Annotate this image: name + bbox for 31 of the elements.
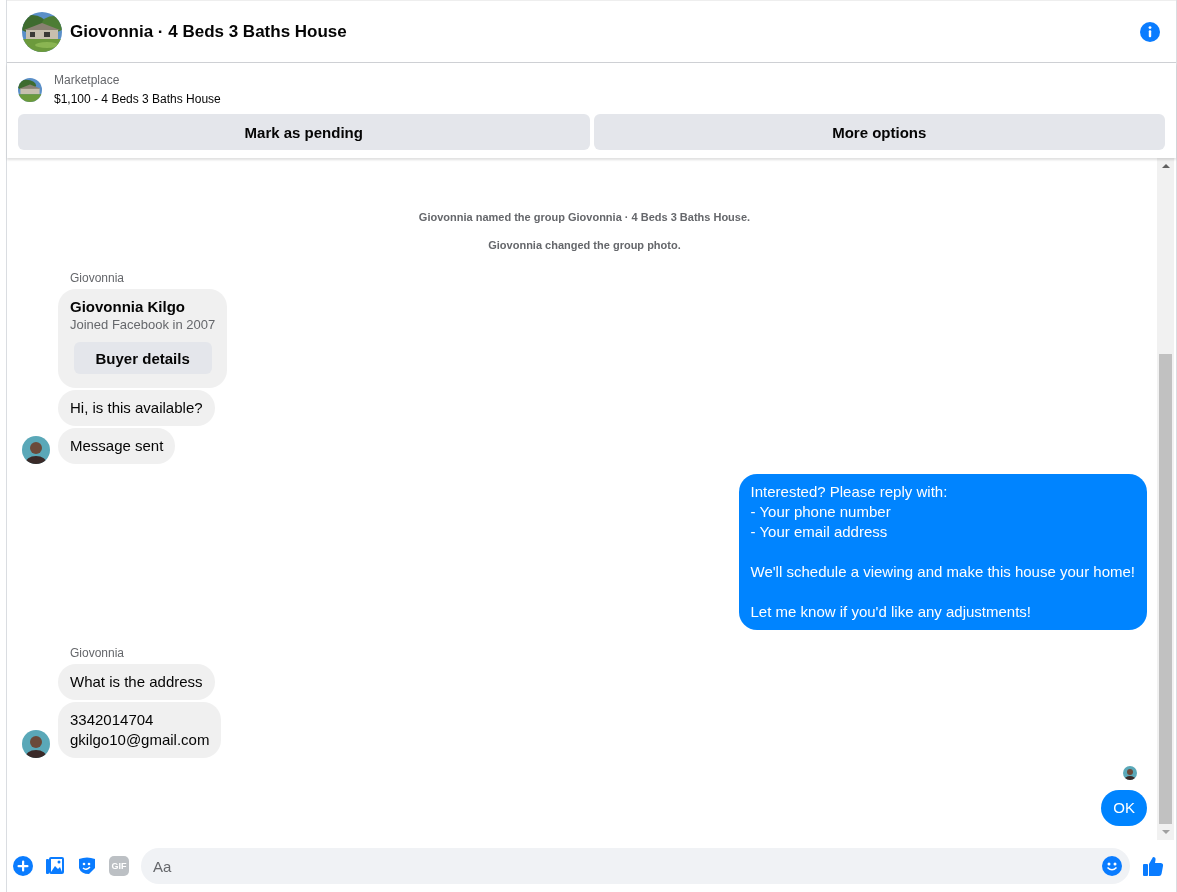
scroll-up-icon[interactable]	[1161, 163, 1170, 169]
seen-avatar-icon	[1123, 766, 1137, 780]
message-bubble: Message sent	[58, 428, 176, 464]
message-input-field[interactable]: Aa	[141, 848, 1130, 884]
message-bubble: 3342014704 gkilgo10@gmail.com	[58, 702, 222, 758]
message-bubble: Hi, is this available?	[58, 390, 215, 426]
avatar-icon	[22, 730, 50, 758]
system-message: Giovonnia named the group Giovonnia · 4 Beds 3 Baths House.	[417, 211, 752, 223]
listing-source: Marketplace	[54, 72, 121, 89]
avatar-icon	[22, 436, 50, 464]
message-bubble: OK	[1101, 790, 1147, 826]
image-icon[interactable]	[45, 856, 65, 876]
emoji-icon[interactable]	[1102, 856, 1122, 876]
system-message: Giovonnia changed the group photo.	[487, 239, 682, 251]
scroll-down-icon[interactable]	[1161, 829, 1170, 835]
buyer-details-button[interactable]: Buyer details	[73, 342, 212, 374]
plus-icon[interactable]	[13, 856, 33, 876]
listing-action-button[interactable]: More options	[593, 114, 1165, 150]
message-bubble: Interested? Please reply with: - Your phone number - Your email address We'll schedule a viewing and make this house your home! Let me know if you'd like any adjustments!	[738, 474, 1147, 630]
scrollbar[interactable]	[1157, 158, 1174, 840]
buyer-name: Giovonnia Kilgo	[70, 297, 186, 316]
sender-name: Giovonnia	[70, 646, 126, 660]
thumbs-up-icon[interactable]	[1142, 855, 1164, 877]
info-icon[interactable]	[1140, 21, 1160, 42]
sender-name: Giovonnia	[70, 271, 126, 285]
buyer-joined: Joined Facebook in 2007	[70, 316, 216, 333]
listing-summary[interactable]: $1,100 - 4 Beds 3 Baths House	[54, 90, 221, 109]
sticker-icon[interactable]	[77, 856, 97, 876]
listing-action-button[interactable]: Mark as pending	[18, 114, 590, 150]
message-bubble: What is the address	[58, 664, 215, 700]
chat-title: Giovonnia · 4 Beds 3 Baths House	[70, 21, 348, 42]
